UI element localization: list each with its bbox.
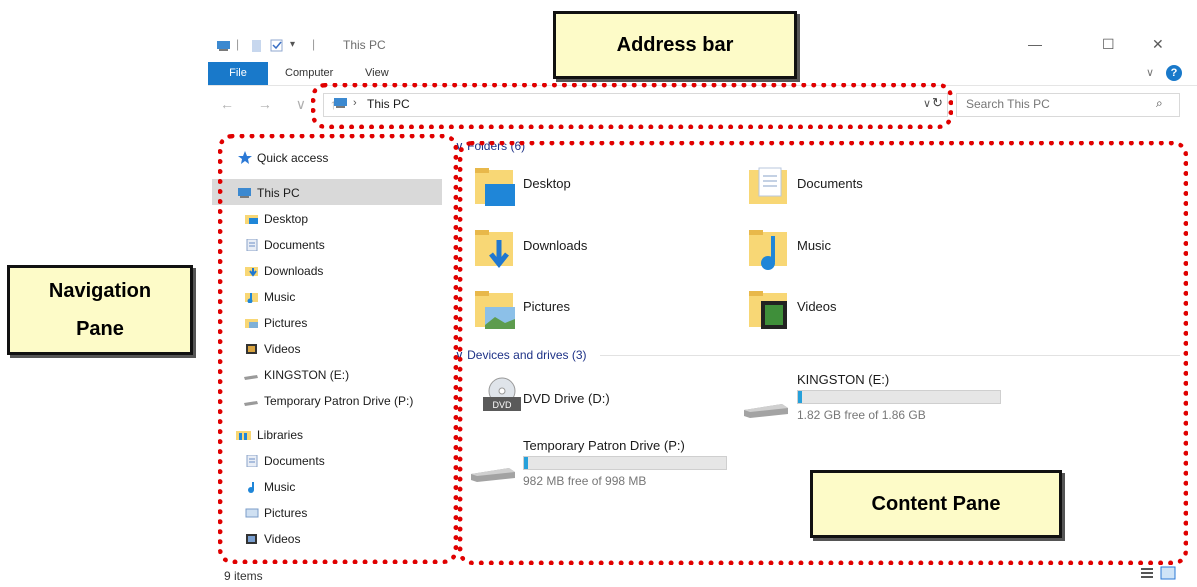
content-pane-callout: Content Pane — [810, 470, 1062, 538]
large-icons-view-icon[interactable] — [1160, 566, 1176, 583]
properties-icon[interactable] — [250, 39, 264, 56]
address-bar-highlight — [311, 83, 953, 129]
expand-ribbon-icon[interactable]: ∨ — [1146, 66, 1154, 79]
search-icon[interactable]: ⌕ — [1156, 96, 1163, 111]
this-pc-icon — [216, 39, 232, 56]
tab-view[interactable]: View — [365, 67, 389, 79]
minimize-button[interactable]: — — [1028, 36, 1042, 52]
callout-line: Pane — [76, 318, 124, 340]
navigation-pane-callout: Navigation Pane — [7, 265, 193, 355]
window-title: This PC — [343, 38, 386, 52]
search-placeholder: Search This PC — [966, 97, 1050, 111]
address-bar-callout: Address bar — [553, 11, 797, 79]
status-item-count: 9 items — [224, 569, 263, 583]
navigation-pane-highlight — [218, 134, 458, 564]
tab-file[interactable]: File — [208, 62, 268, 85]
close-button[interactable]: ✕ — [1152, 36, 1164, 53]
title-separator-2: | — [312, 37, 316, 51]
checkmark-icon[interactable] — [270, 39, 284, 56]
customize-qat-icon[interactable]: ▾ — [290, 39, 295, 50]
title-separator-1: | — [236, 37, 240, 51]
details-view-icon[interactable] — [1140, 566, 1154, 583]
callout-line: Navigation — [48, 280, 152, 302]
help-icon[interactable]: ? — [1166, 65, 1182, 81]
maximize-button[interactable]: ☐ — [1102, 36, 1115, 53]
tab-computer[interactable]: Computer — [285, 67, 333, 79]
